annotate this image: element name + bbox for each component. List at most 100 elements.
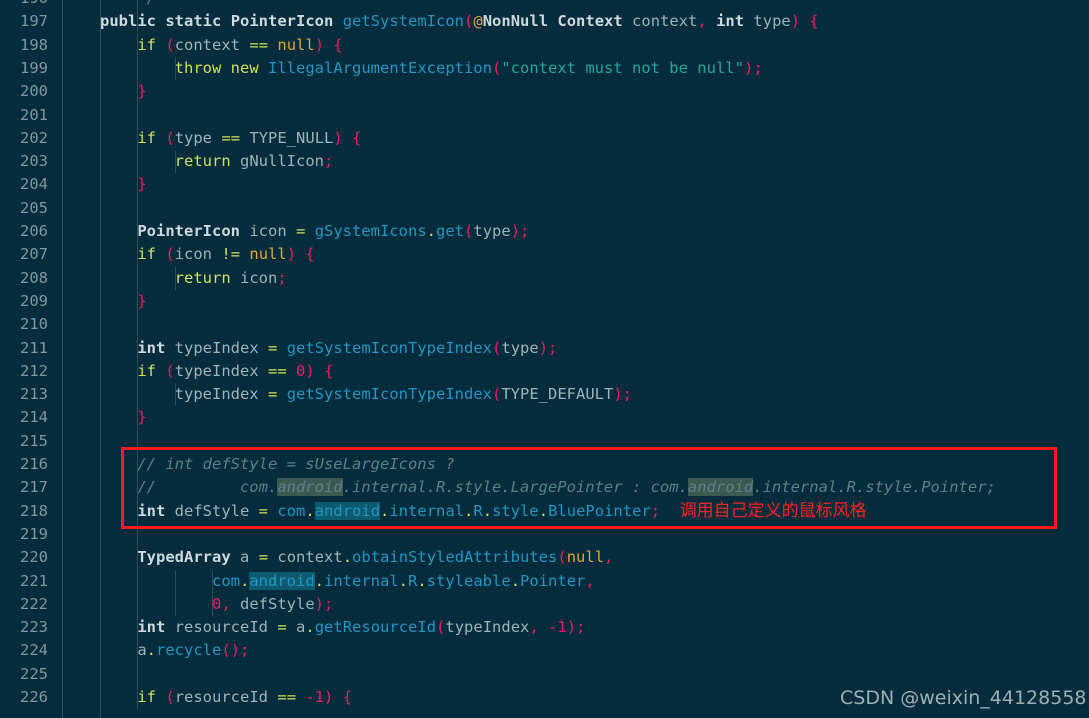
punctuation: , xyxy=(585,571,595,590)
code-token: static xyxy=(165,12,222,31)
number-literal: 0 xyxy=(211,594,222,613)
code-token: return xyxy=(174,152,231,171)
code-token: public xyxy=(100,12,156,31)
code-surface[interactable]: */ public static PointerIcon getSystemIco… xyxy=(100,0,1089,718)
occurrence-highlight: android xyxy=(277,478,343,497)
line-number: 197 xyxy=(20,12,48,31)
operator: . xyxy=(417,571,427,590)
code-token: int xyxy=(137,618,166,637)
code-token: context xyxy=(632,12,698,31)
line-number: 196 xyxy=(0,0,48,10)
punctuation: , xyxy=(604,548,614,567)
code-token: return xyxy=(174,268,231,287)
code-token: context xyxy=(174,35,241,54)
punctuation: ( xyxy=(221,641,231,660)
code-token: TYPE_DEFAULT xyxy=(501,385,614,404)
operator: . xyxy=(305,501,315,520)
line-number: 222 xyxy=(20,594,48,613)
line-number: 212 xyxy=(20,361,48,380)
code-token: get xyxy=(436,222,465,240)
code-line[interactable]: int resourceId = a.getResourceId(typeInd… xyxy=(100,616,585,639)
code-line[interactable]: throw new IllegalArgumentException("cont… xyxy=(100,57,763,80)
line-number: 216 xyxy=(20,455,48,473)
code-line[interactable]: } xyxy=(100,173,147,196)
code-token: if xyxy=(137,128,156,147)
line-number: 211 xyxy=(20,338,48,357)
code-line[interactable]: } xyxy=(100,80,147,103)
code-editor[interactable]: 196 197 198 199 200 201 202 203 204 205 206 207 208 2… xyxy=(0,0,1089,718)
code-token: obtainStyledAttributes xyxy=(352,548,558,567)
punctuation: ) xyxy=(566,618,577,637)
punctuation: ; xyxy=(576,618,586,637)
code-line[interactable]: int typeIndex = getSystemIconTypeIndex(t… xyxy=(100,337,557,360)
code-line[interactable]: TypedArray a = context.obtainStyledAttri… xyxy=(100,546,613,569)
punctuation: { xyxy=(352,128,362,147)
line-number: 198 xyxy=(20,35,48,54)
code-token: NonNull xyxy=(482,12,549,31)
code-token: type xyxy=(753,12,791,31)
operator: . xyxy=(510,571,521,590)
code-token: getSystemIconTypeIndex xyxy=(286,338,493,357)
code-token: null xyxy=(249,245,287,264)
line-number-gutter: 196 197 198 199 200 201 202 203 204 205 206 207 208 2… xyxy=(0,0,62,718)
code-line[interactable]: public static PointerIcon getSystemIcon(… xyxy=(100,10,819,33)
code-comment: */ xyxy=(137,0,156,7)
code-line[interactable]: return gNullIcon; xyxy=(100,150,334,173)
code-line[interactable]: */ xyxy=(100,0,156,10)
code-line[interactable]: PointerIcon icon = gSystemIcons.get(type… xyxy=(100,220,529,243)
code-line[interactable]: int defStyle = com.android.internal.R.st… xyxy=(100,500,660,523)
code-token: context xyxy=(277,548,343,567)
code-line[interactable]: if (type == TYPE_NULL) { xyxy=(100,127,361,150)
line-number: 200 xyxy=(20,82,48,101)
operator: = xyxy=(268,338,278,357)
code-line[interactable]: // com.android.internal.R.style.LargePoi… xyxy=(100,476,996,499)
number-literal: -1 xyxy=(305,688,325,706)
line-number: 226 xyxy=(20,688,48,706)
code-token: getSystemIconTypeIndex xyxy=(286,385,492,404)
operator: . xyxy=(380,501,390,520)
code-line[interactable]: typeIndex = getSystemIconTypeIndex(TYPE_… xyxy=(100,383,632,406)
code-token: int xyxy=(137,501,166,520)
operator: = xyxy=(277,618,287,637)
line-number: 215 xyxy=(20,431,48,450)
code-token: null xyxy=(566,548,605,567)
code-token: if xyxy=(137,245,156,264)
operator: . xyxy=(464,501,474,520)
line-number: 221 xyxy=(20,571,48,590)
code-line[interactable]: } xyxy=(100,290,147,313)
line-number: 220 xyxy=(20,548,48,567)
line-number: 202 xyxy=(20,128,48,147)
code-line[interactable]: // int defStyle = sUseLargeIcons ? xyxy=(100,453,454,476)
punctuation: ) xyxy=(613,385,623,404)
punctuation: ( xyxy=(492,385,502,404)
operator: = xyxy=(296,222,306,240)
punctuation: } xyxy=(137,291,147,310)
line-number: 210 xyxy=(20,315,48,334)
punctuation: ) xyxy=(314,35,325,54)
code-token: resourceId xyxy=(174,688,269,706)
punctuation: } xyxy=(137,175,147,194)
punctuation: ) xyxy=(538,338,549,357)
code-token: defStyle xyxy=(174,501,250,520)
code-line[interactable]: 0, defStyle); xyxy=(100,593,333,616)
code-token: typeIndex xyxy=(445,618,530,637)
code-line[interactable]: return icon; xyxy=(100,267,287,290)
punctuation: ; xyxy=(240,641,250,660)
punctuation: ; xyxy=(622,385,633,404)
code-line[interactable]: if (icon != null) { xyxy=(100,243,314,266)
code-token: TypedArray xyxy=(137,548,231,567)
code-token: IllegalArgumentException xyxy=(268,58,492,77)
operator: . xyxy=(314,571,324,590)
punctuation: ) xyxy=(510,222,521,240)
code-token: icon xyxy=(249,222,287,240)
gutter-divider-primary xyxy=(62,0,63,718)
punctuation: } xyxy=(137,82,147,101)
code-line[interactable]: a.recycle(); xyxy=(100,639,249,662)
operator: . xyxy=(538,501,549,520)
code-line[interactable]: if (typeIndex == 0) { xyxy=(100,360,333,383)
punctuation: { xyxy=(324,361,334,380)
code-token: internal xyxy=(324,571,399,590)
code-line[interactable]: } xyxy=(100,406,146,429)
code-token: icon xyxy=(174,245,213,264)
annotation-symbol: @ xyxy=(473,12,483,31)
